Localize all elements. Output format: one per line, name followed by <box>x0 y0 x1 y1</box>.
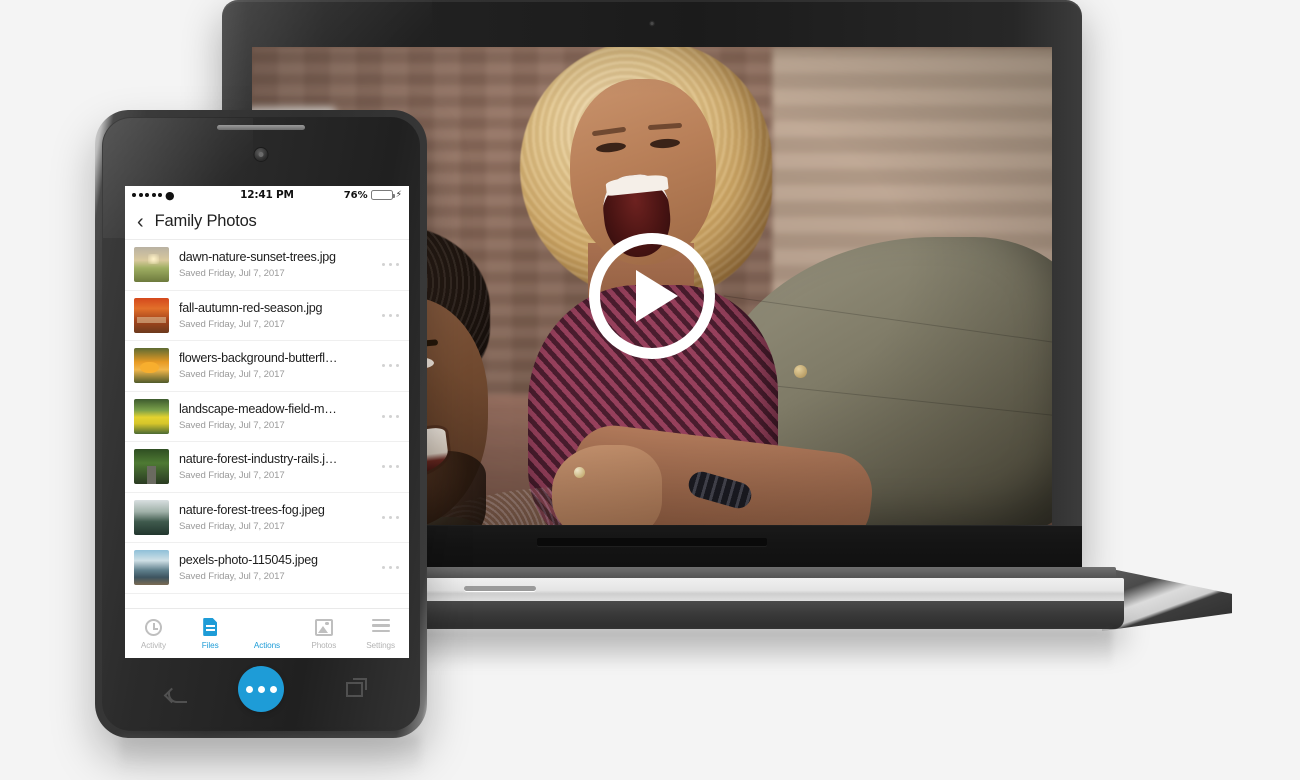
battery-percent-label: 76% <box>343 189 368 201</box>
play-button[interactable] <box>589 232 715 359</box>
file-row[interactable]: dawn-nature-sunset-trees.jpg Saved Friday… <box>125 240 409 291</box>
file-saved-date: Saved Friday, Jul 7, 2017 <box>179 419 285 431</box>
ellipsis-icon[interactable] <box>376 414 399 418</box>
ellipsis-icon[interactable] <box>376 263 399 267</box>
laptop-webcam-icon <box>648 20 656 27</box>
ellipsis-icon[interactable] <box>376 313 399 317</box>
battery-icon <box>370 190 395 200</box>
file-row[interactable]: nature-forest-industry-rails.j… Saved Fri… <box>125 442 409 493</box>
hamburger-icon <box>352 616 409 638</box>
ellipsis-icon[interactable] <box>376 566 399 570</box>
phone-nav-header: ‹ Family Photos <box>125 204 409 240</box>
file-row-text: dawn-nature-sunset-trees.jpg Saved Friday… <box>179 250 376 279</box>
laptop-trackpad-notch <box>464 586 536 591</box>
tab-label: Files <box>201 641 219 650</box>
photo-icon <box>295 616 352 638</box>
status-bar-right: 76% ⚡ <box>313 190 402 201</box>
status-bar-clock: 12:41 PM <box>240 189 294 201</box>
android-recents-icon[interactable] <box>344 675 370 697</box>
bolt-icon: ⚡ <box>395 190 402 200</box>
file-saved-date: Saved Friday, Jul 7, 2017 <box>179 520 285 532</box>
file-row-text: flowers-background-butterfl… Saved Friday… <box>179 351 376 380</box>
file-row[interactable]: landscape-meadow-field-m… Saved Friday, J… <box>125 391 409 442</box>
file-name: dawn-nature-sunset-trees.jpg <box>179 250 336 265</box>
tab-actions[interactable]: Actions <box>239 616 296 650</box>
phone-screen: ● 12:41 PM 76% ⚡ ‹ Family Photos dawn-na… <box>125 186 409 658</box>
file-saved-date: Saved Friday, Jul 7, 2017 <box>179 318 285 330</box>
file-saved-date: Saved Friday, Jul 7, 2017 <box>179 470 285 482</box>
scene: ● 12:41 PM 76% ⚡ ‹ Family Photos dawn-na… <box>0 0 1300 780</box>
play-triangle-icon <box>636 269 678 322</box>
file-row-text: nature-forest-industry-rails.j… Saved Fri… <box>179 452 376 481</box>
ellipsis-circle-icon <box>239 616 296 638</box>
laptop-hinge-notch <box>537 538 767 546</box>
file-row[interactable]: fall-autumn-red-season.jpg Saved Friday, … <box>125 290 409 341</box>
wifi-icon: ● <box>165 188 175 202</box>
ellipsis-icon[interactable] <box>376 515 399 519</box>
file-list[interactable]: dawn-nature-sunset-trees.jpg Saved Friday… <box>125 240 409 594</box>
tab-label: Settings <box>366 641 395 650</box>
actions-fab-button[interactable] <box>238 666 284 712</box>
file-row-text: nature-forest-trees-fog.jpeg Saved Friday… <box>179 503 376 532</box>
page-title: Family Photos <box>154 212 257 230</box>
tab-activity[interactable]: Activity <box>125 616 182 650</box>
file-row[interactable]: nature-forest-trees-fog.jpeg Saved Friday… <box>125 492 409 543</box>
phone-front-camera-icon <box>254 148 268 161</box>
ellipsis-icon[interactable] <box>376 364 399 368</box>
file-name: nature-forest-industry-rails.j… <box>179 452 338 467</box>
bottom-tab-bar[interactable]: Activity Files Actions Photos Settings <box>125 608 409 658</box>
file-name: flowers-background-butterfl… <box>179 351 338 366</box>
file-thumbnail <box>134 449 169 485</box>
file-saved-date: Saved Friday, Jul 7, 2017 <box>179 268 285 280</box>
phone-device: ● 12:41 PM 76% ⚡ ‹ Family Photos dawn-na… <box>95 110 427 738</box>
file-thumbnail <box>134 348 169 384</box>
file-row-text: pexels-photo-115045.jpeg Saved Friday, Ju… <box>179 553 376 582</box>
tab-label: Activity <box>140 641 166 650</box>
back-button[interactable]: ‹ <box>137 212 144 232</box>
phone-earpiece-speaker <box>217 125 305 130</box>
tab-photos[interactable]: Photos <box>295 616 352 650</box>
phone-status-bar: ● 12:41 PM 76% ⚡ <box>125 186 409 204</box>
file-thumbnail <box>134 297 169 333</box>
file-icon <box>182 616 239 638</box>
file-name: fall-autumn-red-season.jpg <box>179 300 323 315</box>
tab-label: Photos <box>311 641 337 650</box>
file-row[interactable]: pexels-photo-115045.jpeg Saved Friday, Ju… <box>125 543 409 594</box>
clock-icon <box>125 616 182 638</box>
tab-files[interactable]: Files <box>182 616 239 650</box>
signal-strength-icon <box>132 193 162 197</box>
file-saved-date: Saved Friday, Jul 7, 2017 <box>179 369 285 381</box>
tab-label: Actions <box>253 641 281 650</box>
file-thumbnail <box>134 550 169 586</box>
file-row-text: landscape-meadow-field-m… Saved Friday, J… <box>179 402 376 431</box>
file-row[interactable]: flowers-background-butterfl… Saved Friday… <box>125 341 409 392</box>
file-saved-date: Saved Friday, Jul 7, 2017 <box>179 571 285 583</box>
phone-reflection <box>120 736 420 772</box>
file-thumbnail <box>134 247 169 283</box>
status-bar-left: ● <box>132 190 221 201</box>
file-name: nature-forest-trees-fog.jpeg <box>179 502 325 517</box>
file-row-text: fall-autumn-red-season.jpg Saved Friday, … <box>179 301 376 330</box>
file-name: pexels-photo-115045.jpeg <box>179 553 318 568</box>
tab-settings[interactable]: Settings <box>352 616 409 650</box>
file-thumbnail <box>134 499 169 535</box>
ellipsis-icon[interactable] <box>376 465 399 469</box>
file-thumbnail <box>134 398 169 434</box>
file-name: landscape-meadow-field-m… <box>179 401 337 416</box>
